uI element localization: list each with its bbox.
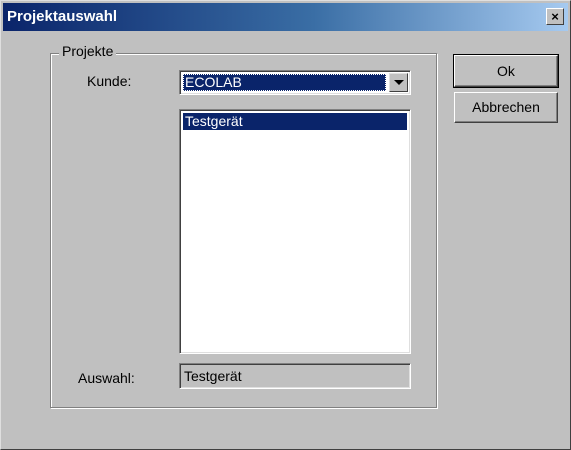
chevron-down-icon[interactable]: [389, 73, 408, 92]
title-bar[interactable]: Projektauswahl ×: [3, 3, 568, 31]
selection-field: Testgerät: [179, 363, 411, 389]
close-button[interactable]: ×: [546, 8, 564, 25]
close-icon: ×: [551, 9, 559, 24]
dialog-window: Projektauswahl × Projekte Kunde: ECOLAB …: [0, 0, 571, 450]
window-title: Projektauswahl: [7, 8, 118, 25]
customer-label: Kunde:: [87, 73, 132, 89]
cancel-button[interactable]: Abbrechen: [454, 92, 558, 123]
customer-combobox-value[interactable]: ECOLAB: [183, 74, 386, 91]
projects-listbox[interactable]: Testgerät: [179, 109, 411, 354]
list-item[interactable]: Testgerät: [183, 113, 407, 130]
customer-combobox[interactable]: ECOLAB: [179, 70, 411, 95]
selection-label: Auswahl:: [78, 370, 135, 386]
projects-group-label: Projekte: [59, 43, 117, 59]
selection-value: Testgerät: [184, 368, 242, 384]
ok-button[interactable]: Ok: [453, 54, 559, 88]
